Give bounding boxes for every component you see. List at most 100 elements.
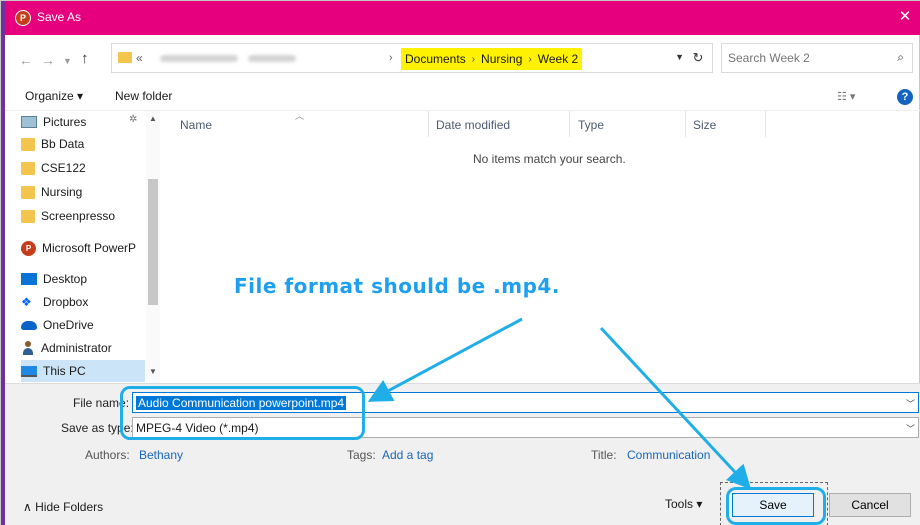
column-header-date-modified[interactable]: Date modified — [436, 118, 510, 132]
title-label: Title: — [591, 448, 617, 462]
desktop-icon — [21, 273, 37, 285]
powerpoint-icon: P — [21, 240, 36, 256]
window-edge — [1, 1, 5, 525]
save-as-type-value: MPEG-4 Video (*.mp4) — [136, 421, 259, 435]
title-bar: P Save As ✕ — [1, 1, 920, 35]
nav-item-onedrive[interactable]: OneDrive — [21, 314, 145, 336]
authors-label: Authors: — [85, 448, 130, 462]
folder-icon — [118, 52, 132, 63]
organize-menu[interactable]: Organize ▾ — [25, 89, 83, 103]
hide-folders-button[interactable]: ∧ Hide Folders — [23, 500, 103, 514]
nav-item-label: Desktop — [43, 272, 88, 286]
scrollbar-thumb[interactable] — [148, 179, 158, 305]
cancel-button[interactable]: Cancel — [829, 493, 911, 517]
nav-item-label: Microsoft PowerP — [42, 241, 137, 255]
window-title: Save As — [37, 10, 82, 24]
filename-label: File name: — [73, 396, 130, 410]
tools-menu[interactable]: Tools ▾ — [665, 497, 702, 511]
nav-item-cse122[interactable]: CSE122 — [21, 157, 145, 179]
column-divider[interactable] — [428, 111, 429, 137]
recent-locations-chevron-icon[interactable]: ▼ — [63, 56, 72, 66]
save-as-type-select[interactable]: MPEG-4 Video (*.mp4) ﹀ — [132, 417, 919, 438]
powerpoint-app-icon: P — [15, 10, 31, 26]
column-header-name[interactable]: Name — [180, 118, 212, 132]
breadcrumb-week-2[interactable]: Week 2 — [538, 52, 578, 66]
nav-item-administrator[interactable]: Administrator — [21, 337, 145, 359]
title-value[interactable]: Communication — [627, 448, 710, 462]
nav-item-screenpresso[interactable]: Screenpresso — [21, 205, 145, 227]
breadcrumb-separator-icon: › — [528, 53, 532, 65]
column-divider[interactable] — [685, 111, 686, 137]
user-icon — [21, 341, 35, 355]
chevron-down-icon: ▾ — [696, 497, 703, 511]
nav-item-label: Administrator — [41, 341, 112, 355]
navigation-pane: Pictures ✲ Bb Data CSE122 Nursing Screen… — [17, 111, 162, 383]
hide-folders-label: Hide Folders — [35, 500, 104, 514]
nav-item-label: CSE122 — [41, 161, 86, 175]
help-icon[interactable]: ? — [897, 89, 913, 105]
authors-value[interactable]: Bethany — [139, 448, 183, 462]
breadcrumb: Documents › Nursing › Week 2 — [401, 48, 583, 70]
search-icon: ⌕ — [897, 50, 904, 64]
tools-label: Tools — [665, 497, 694, 511]
nav-scrollbar[interactable]: ▲ ▼ — [146, 111, 160, 383]
column-divider[interactable] — [569, 111, 570, 137]
column-header-type[interactable]: Type — [578, 118, 604, 132]
up-arrow-icon[interactable]: ↑ — [81, 50, 89, 67]
pictures-icon — [21, 116, 37, 128]
search-box[interactable]: ⌕ — [721, 43, 913, 73]
scroll-up-icon[interactable]: ▲ — [149, 114, 157, 123]
overflow-chevron[interactable]: « — [136, 51, 143, 65]
nav-item-label: Bb Data — [41, 137, 85, 151]
breadcrumb-separator-icon: › — [471, 53, 476, 65]
nav-item-microsoft-powerpoint[interactable]: P Microsoft PowerP — [21, 237, 145, 259]
annotation-text: File format should be .mp4. — [234, 274, 560, 298]
forward-arrow-icon[interactable]: → — [41, 52, 55, 68]
save-options-panel: File name: Audio Communication powerpoin… — [1, 383, 920, 525]
nav-item-pictures[interactable]: Pictures — [21, 111, 145, 133]
chevron-up-icon: ∧ — [23, 500, 36, 514]
scroll-down-icon[interactable]: ▼ — [149, 367, 157, 376]
nav-item-label: Screenpresso — [41, 209, 116, 223]
new-folder-button[interactable]: New folder — [115, 89, 172, 103]
address-dropdown-icon[interactable]: ▼ — [675, 52, 684, 62]
nav-item-label: OneDrive — [43, 318, 94, 332]
column-divider[interactable] — [765, 111, 766, 137]
breadcrumb-nursing[interactable]: Nursing — [481, 52, 522, 66]
folder-icon — [21, 185, 35, 199]
folder-icon — [21, 161, 35, 175]
filename-value[interactable]: Audio Communication powerpoint.mp4 — [136, 396, 347, 410]
chevron-down-icon[interactable]: ﹀ — [906, 397, 915, 410]
filename-field[interactable]: Audio Communication powerpoint.mp4 ﹀ — [132, 392, 919, 413]
address-bar[interactable]: « › Documents › Nursing › Week 2 ▼ — [111, 43, 713, 73]
nav-item-label: Dropbox — [43, 295, 89, 309]
nav-item-dropbox[interactable]: ❖ Dropbox — [21, 291, 145, 313]
pin-icon: ✲ — [129, 114, 138, 125]
tags-value[interactable]: Add a tag — [382, 448, 433, 462]
nav-item-bb-data[interactable]: Bb Data — [21, 133, 145, 155]
search-input[interactable] — [728, 50, 888, 66]
nav-item-label: This PC — [43, 364, 86, 378]
nav-item-label: Nursing — [41, 185, 83, 199]
redacted-path-segment — [248, 55, 296, 62]
close-icon[interactable]: ✕ — [895, 7, 915, 27]
nav-item-nursing[interactable]: Nursing — [21, 181, 145, 203]
save-as-dialog: P Save As ✕ ← → ▼ ↑ « › Documents › Nurs… — [0, 0, 920, 525]
chevron-down-icon[interactable]: ﹀ — [906, 422, 915, 435]
breadcrumb-documents[interactable]: Documents — [405, 52, 466, 66]
this-pc-icon — [21, 365, 37, 377]
onedrive-icon — [21, 320, 37, 330]
file-list: ︿ Name Date modified Type Size No items … — [165, 111, 920, 383]
view-options-icon[interactable]: ☷ ▾ — [837, 90, 855, 103]
back-arrow-icon[interactable]: ← — [19, 52, 33, 68]
save-button[interactable]: Save — [732, 493, 814, 517]
save-as-type-label: Save as type: — [61, 421, 134, 435]
nav-item-this-pc[interactable]: This PC — [21, 360, 145, 382]
nav-item-label: Pictures — [43, 115, 87, 129]
empty-state-message: No items match your search. — [473, 152, 626, 166]
address-row: ← → ▼ ↑ « › Documents › Nursing › Week 2… — [1, 35, 920, 83]
nav-item-desktop[interactable]: Desktop — [21, 268, 145, 290]
column-header-size[interactable]: Size — [693, 118, 716, 132]
refresh-icon[interactable]: ↻ — [687, 50, 709, 68]
folder-icon — [21, 137, 35, 151]
